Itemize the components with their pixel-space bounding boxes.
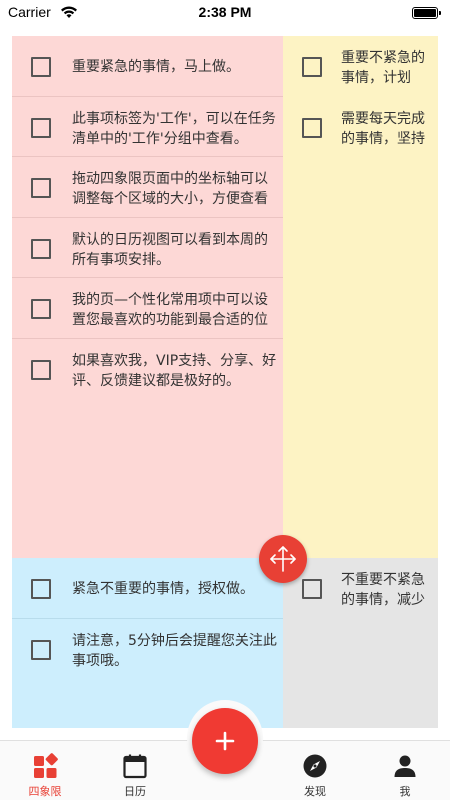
task-item[interactable]: 我的页—个性化常用项中可以设置您最喜欢的功能到最合适的位	[12, 278, 283, 339]
status-bar: Carrier 2:38 PM	[0, 0, 450, 26]
task-text: 默认的日历视图可以看到本周的所有事项安排。	[72, 231, 268, 268]
task-text: 需要每天完成 的事情，坚持	[341, 110, 425, 147]
task-item[interactable]: 请注意，5分钟后会提醒您关注此事项哦。	[12, 619, 283, 680]
quadrant-urgent-important[interactable]: 重要紧急的事情，马上做。 此事项标签为'工作'，可以在任务清单中的'工作'分组中…	[12, 36, 283, 558]
task-item[interactable]: 如果喜欢我，VIP支持、分享、好评、反馈建议都是极好的。	[12, 339, 283, 400]
quadrant-urgent-not-important[interactable]: 紧急不重要的事情，授权做。 请注意，5分钟后会提醒您关注此事项哦。	[12, 558, 283, 728]
quadrants-icon	[34, 753, 58, 778]
add-task-button[interactable]	[192, 708, 258, 774]
task-item[interactable]: 此事项标签为'工作'，可以在任务清单中的'工作'分组中查看。	[12, 97, 283, 157]
task-text: 如果喜欢我，VIP支持、分享、好评、反馈建议都是极好的。	[72, 352, 277, 389]
task-checkbox[interactable]	[31, 639, 51, 660]
task-checkbox[interactable]	[31, 238, 51, 259]
task-text: 此事项标签为'工作'，可以在任务清单中的'工作'分组中查看。	[72, 110, 276, 147]
task-checkbox[interactable]	[31, 359, 51, 380]
task-item[interactable]: 紧急不重要的事情，授权做。	[12, 558, 283, 619]
calendar-icon	[123, 754, 147, 779]
tab-calendar[interactable]: 日历	[100, 741, 170, 800]
task-item[interactable]: 重要紧急的事情，马上做。	[12, 36, 283, 97]
task-checkbox[interactable]	[31, 178, 51, 198]
task-item[interactable]: 拖动四象限页面中的坐标轴可以调整每个区域的大小，方便查看	[12, 157, 283, 218]
plus-icon	[215, 731, 235, 751]
battery-icon	[412, 7, 441, 19]
task-item[interactable]: 默认的日历视图可以看到本周的所有事项安排。	[12, 218, 283, 278]
tab-label: 发现	[304, 785, 326, 798]
move-arrows-icon	[270, 546, 296, 572]
task-item[interactable]: 不重要不紧急 的事情，减少	[283, 558, 438, 619]
task-text: 重要紧急的事情，马上做。	[72, 59, 240, 75]
task-text: 请注意，5分钟后会提醒您关注此事项哦。	[72, 632, 277, 669]
task-item[interactable]: 需要每天完成 的事情，坚持	[283, 97, 438, 158]
task-checkbox[interactable]	[31, 299, 51, 319]
tab-discover[interactable]: 发现	[280, 741, 350, 800]
tab-label: 日历	[124, 785, 146, 798]
quadrant-not-urgent-not-important[interactable]: 不重要不紧急 的事情，减少	[283, 558, 438, 728]
task-text: 我的页—个性化常用项中可以设置您最喜欢的功能到最合适的位	[72, 292, 268, 328]
task-text: 拖动四象限页面中的坐标轴可以调整每个区域的大小，方便查看	[72, 171, 268, 207]
axis-drag-handle[interactable]	[259, 535, 307, 583]
task-checkbox[interactable]	[31, 57, 51, 77]
task-checkbox[interactable]	[302, 117, 322, 138]
tab-label: 四象限	[28, 785, 62, 798]
tab-quadrants[interactable]: 四象限	[10, 741, 80, 800]
task-text: 紧急不重要的事情，授权做。	[72, 581, 254, 597]
clock: 2:38 PM	[198, 4, 252, 20]
task-checkbox[interactable]	[31, 579, 51, 599]
quadrant-important-not-urgent[interactable]: 重要不紧急的 事情，计划 需要每天完成 的事情，坚持	[283, 36, 438, 558]
task-checkbox[interactable]	[302, 579, 322, 599]
tab-label: 我	[399, 785, 411, 798]
person-icon	[394, 755, 416, 777]
task-checkbox[interactable]	[31, 117, 51, 138]
task-text: 重要不紧急的 事情，计划	[341, 50, 425, 86]
tab-me[interactable]: 我	[370, 741, 440, 800]
compass-icon	[303, 754, 327, 778]
task-text: 不重要不紧急 的事情，减少	[341, 572, 425, 608]
task-item[interactable]: 重要不紧急的 事情，计划	[283, 36, 438, 97]
task-checkbox[interactable]	[302, 57, 322, 77]
